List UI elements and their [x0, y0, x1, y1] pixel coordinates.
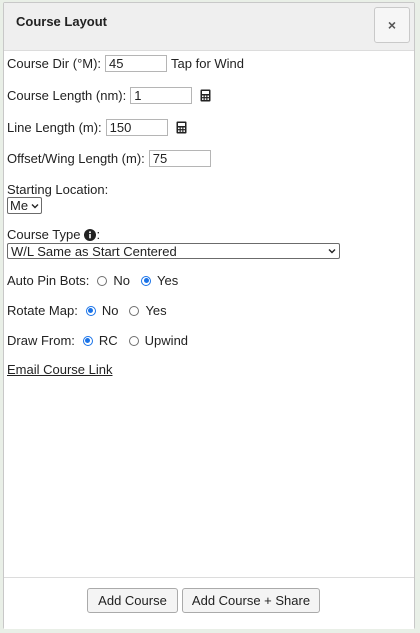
course-length-input[interactable]	[130, 87, 193, 104]
chevron-down-icon	[31, 203, 39, 208]
offset-length-input[interactable]	[148, 150, 211, 167]
close-icon: ×	[387, 17, 397, 33]
tap-for-wind-link[interactable]: Tap for Wind	[171, 56, 244, 71]
course-type-label: Course Type	[7, 227, 81, 242]
starting-location-select[interactable]: Me	[7, 197, 43, 214]
chevron-down-icon	[328, 249, 336, 254]
starting-location-value: Me	[10, 198, 29, 213]
line-length-input[interactable]	[105, 119, 168, 136]
course-length-row: Course Length (nm):	[7, 87, 211, 104]
course-type-value: W/L Same as Start Centered	[11, 243, 177, 259]
dialog-footer: Add Course Add Course + Share	[4, 577, 414, 629]
course-dir-label: Course Dir (°M):	[7, 56, 102, 71]
calculator-icon[interactable]	[200, 89, 211, 102]
draw-from-label: Draw From:	[7, 333, 75, 348]
dialog-title: Course Layout	[16, 14, 108, 29]
rotate-map-row: Rotate Map: No Yes	[7, 303, 167, 318]
info-icon[interactable]	[84, 228, 97, 241]
course-dir-row: Course Dir (°M): Tap for Wind	[7, 55, 244, 72]
auto-pin-bots-row: Auto Pin Bots: No Yes	[7, 273, 178, 288]
add-course-share-button[interactable]: Add Course + Share	[182, 588, 320, 613]
email-course-link[interactable]: Email Course Link	[7, 362, 113, 377]
starting-location-label-row: Starting Location:	[7, 182, 108, 197]
draw-from-rc-label: RC	[98, 333, 118, 348]
dialog-header: Course Layout ×	[4, 3, 414, 51]
course-type-select-row: W/L Same as Start Centered	[7, 243, 340, 259]
course-type-select[interactable]: W/L Same as Start Centered	[7, 243, 340, 259]
rotate-map-label: Rotate Map:	[7, 303, 78, 318]
add-course-button[interactable]: Add Course	[87, 588, 178, 613]
auto-pin-bots-no-radio[interactable]	[97, 275, 108, 286]
offset-length-row: Offset/Wing Length (m):	[7, 150, 211, 167]
line-length-label: Line Length (m):	[7, 120, 102, 135]
course-layout-dialog: Course Layout × Course Dir (°M): Tap for…	[3, 2, 415, 629]
auto-pin-bots-label: Auto Pin Bots:	[7, 273, 90, 288]
offset-length-label: Offset/Wing Length (m):	[7, 151, 145, 166]
auto-pin-bots-yes-label: Yes	[157, 273, 179, 288]
draw-from-upwind-label: Upwind	[144, 333, 189, 348]
starting-location-label: Starting Location:	[7, 182, 109, 197]
auto-pin-bots-no-label: No	[113, 273, 131, 288]
course-dir-input[interactable]	[105, 55, 168, 72]
calculator-icon[interactable]	[176, 121, 187, 134]
draw-from-upwind-radio[interactable]	[128, 335, 139, 346]
email-link-row: Email Course Link	[7, 362, 113, 377]
course-type-label-row: Course Type :	[7, 227, 100, 242]
auto-pin-bots-yes-radio[interactable]	[141, 275, 152, 286]
draw-from-rc-radio[interactable]	[82, 335, 93, 346]
course-type-colon: :	[96, 227, 101, 242]
starting-location-select-row: Me	[7, 197, 43, 214]
line-length-row: Line Length (m):	[7, 119, 187, 136]
rotate-map-yes-radio[interactable]	[129, 305, 140, 316]
course-length-label: Course Length (nm):	[7, 88, 127, 103]
rotate-map-no-label: No	[101, 303, 119, 318]
rotate-map-no-radio[interactable]	[85, 305, 96, 316]
draw-from-row: Draw From: RC Upwind	[7, 333, 188, 348]
close-button[interactable]: ×	[374, 7, 410, 43]
rotate-map-yes-label: Yes	[145, 303, 167, 318]
